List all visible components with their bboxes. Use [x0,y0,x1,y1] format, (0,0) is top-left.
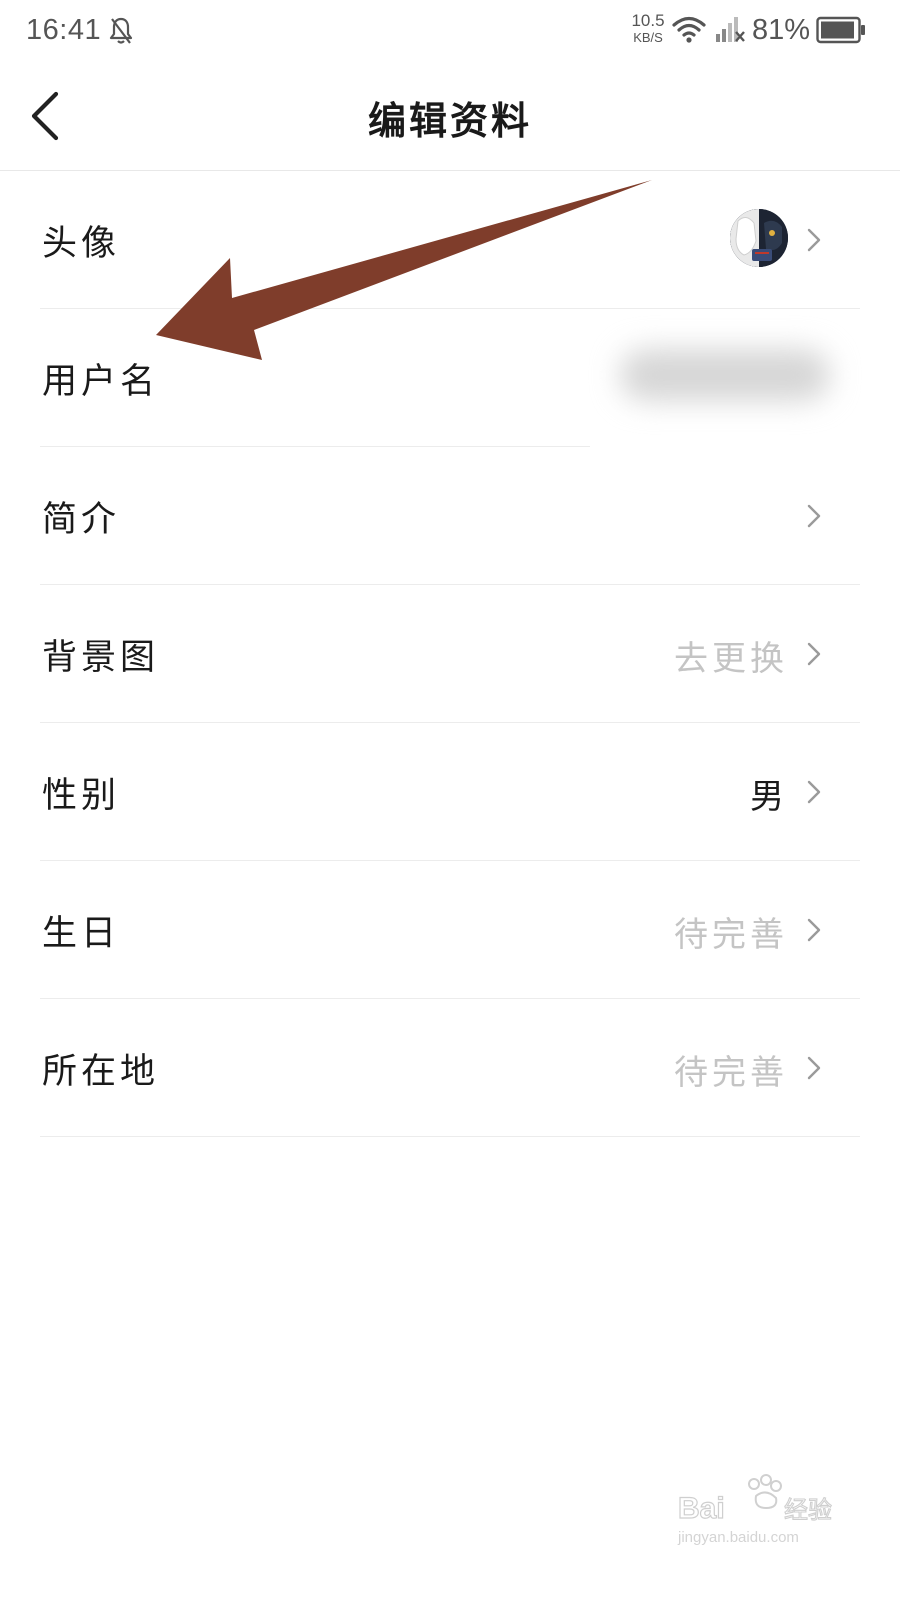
row-birthday[interactable]: 生日 待完善 [0,861,900,999]
username-blurred-value [590,309,860,447]
row-value-background-image: 去更换 [674,639,788,679]
svg-text:Bai: Bai [678,1492,725,1525]
row-label-background-image: 背景图 [42,638,160,678]
row-label-bio: 简介 [42,500,121,540]
row-location[interactable]: 所在地 待完善 [0,999,900,1137]
status-bar: 16:41 10.5 KB/S 81% [0,0,900,64]
bell-off-icon [109,17,133,44]
cellular-signal-icon [716,17,745,42]
row-label-gender: 性别 [42,776,121,816]
row-background-image[interactable]: 背景图 去更换 [0,585,900,723]
row-avatar[interactable]: 头像 [0,171,900,309]
chevron-right-icon [807,918,821,942]
avatar-image [730,209,788,267]
chevron-right-icon [807,1056,821,1080]
chevron-right-icon [807,642,821,666]
row-label-location: 所在地 [42,1052,160,1092]
row-username[interactable]: 用户名 [0,309,900,447]
row-value-gender: 男 [750,777,788,817]
battery-percent: 81% [752,14,811,46]
chevron-right-icon [807,780,821,804]
row-gender[interactable]: 性别 男 [0,723,900,861]
status-time: 16:41 [26,14,102,46]
network-speed-unit: KB/S [633,30,663,45]
row-label-birthday: 生日 [42,914,121,954]
nav-header: 编辑资料 [0,64,900,171]
avatar[interactable] [730,209,788,267]
page-title: 编辑资料 [367,98,532,143]
network-speed: 10.5 KB/S [628,12,668,44]
row-value-location: 待完善 [674,1053,788,1093]
battery-icon [816,16,865,44]
row-value-birthday: 待完善 [674,915,788,955]
row-label-avatar: 头像 [42,224,121,264]
row-label-username: 用户名 [42,362,160,402]
network-speed-value: 10.5 [631,11,665,30]
baidu-jingyan-watermark: Bai 经验 jingyan.baidu.com [677,1474,833,1546]
chevron-right-icon [807,228,821,252]
svg-text:经验: 经验 [784,1496,832,1524]
row-bio[interactable]: 简介 [0,447,900,585]
chevron-right-icon [807,504,821,528]
svg-text:jingyan.baidu.com: jingyan.baidu.com [677,1529,799,1546]
profile-settings-list: 头像 用户名 简介 背景图 去更换 性别 男 生日 待完善 所在地 待完善 [0,171,900,1137]
wifi-icon [672,16,706,43]
